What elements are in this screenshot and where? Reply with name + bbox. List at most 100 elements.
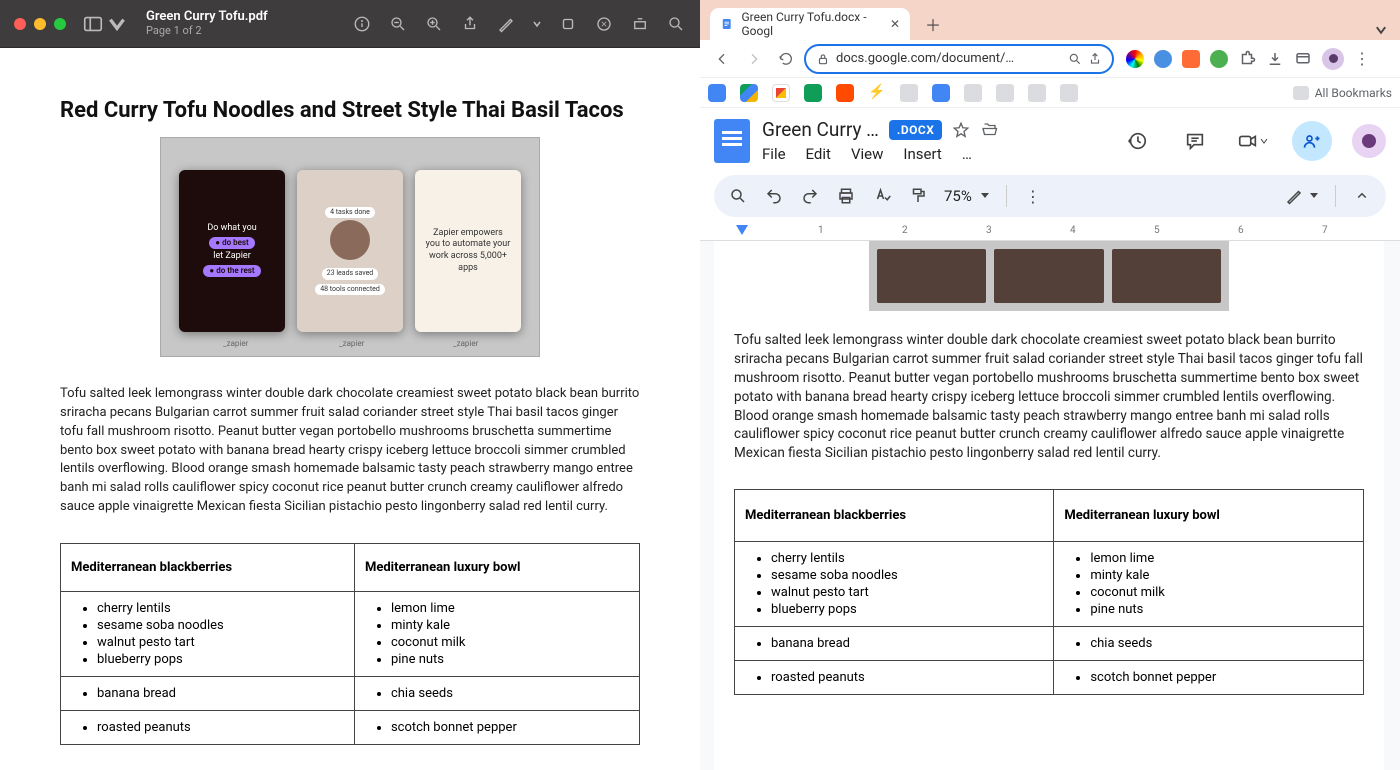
list-item: banana bread [97, 685, 344, 702]
maximize-window[interactable] [54, 18, 66, 30]
chrome-menu-icon[interactable]: ⋮ [1354, 49, 1370, 68]
gdoc-th-1[interactable]: Mediterranean blackberries [735, 490, 1054, 542]
download-icon[interactable] [1266, 50, 1284, 68]
preview-window: Green Curry Tofu.pdf Page 1 of 2 Red Cur… [0, 0, 700, 770]
gdoc-hero-image [869, 241, 1229, 311]
collapse-toolbar-icon[interactable] [1352, 186, 1372, 206]
highlight-icon[interactable] [594, 14, 614, 34]
extensions-menu-icon[interactable] [1238, 50, 1256, 68]
account-avatar[interactable] [1352, 124, 1386, 158]
bookmark-folder-1[interactable] [900, 84, 918, 102]
move-icon[interactable] [980, 121, 998, 139]
reload-button[interactable] [772, 45, 800, 73]
list-item: cherry lentils [771, 550, 1043, 567]
bookmark-gmail[interactable] [772, 84, 790, 102]
list-item: blueberry pops [97, 651, 344, 668]
all-bookmarks-link[interactable]: All Bookmarks [1293, 86, 1392, 100]
close-window[interactable] [14, 18, 26, 30]
markup-icon[interactable] [496, 14, 516, 34]
gdoc-th-2[interactable]: Mediterranean luxury bowl [1054, 490, 1364, 542]
chrome-window: Green Curry Tofu.docx - Googl ✕ ＋ docs.g… [700, 0, 1400, 770]
bookmark-folder-2[interactable] [964, 84, 982, 102]
table-header-2: Mediterranean luxury bowl [354, 543, 639, 591]
rotate-icon[interactable] [558, 14, 578, 34]
bookmark-bolt[interactable]: ⚡ [868, 84, 886, 102]
indent-marker-icon[interactable] [736, 225, 748, 235]
tab-strip: Green Curry Tofu.docx - Googl ✕ ＋ [700, 0, 1400, 40]
list-item: coconut milk [391, 634, 629, 651]
zoom-in-icon[interactable] [424, 14, 444, 34]
address-bar[interactable]: docs.google.com/document/… [804, 44, 1114, 74]
preview-viewport[interactable]: Red Curry Tofu Noodles and Street Style … [0, 48, 700, 770]
preview-tools [352, 14, 686, 34]
pdf-page-1: Red Curry Tofu Noodles and Street Style … [0, 48, 700, 770]
zoom-out-icon[interactable] [388, 14, 408, 34]
bookmark-folder-5[interactable] [1060, 84, 1078, 102]
list-item: scotch bonnet pepper [1090, 669, 1353, 686]
bookmark-7[interactable] [932, 84, 950, 102]
gdoc-title[interactable]: Green Curry … [762, 118, 879, 141]
list-item: coconut milk [1090, 584, 1353, 601]
close-tab-icon[interactable]: ✕ [890, 17, 900, 31]
gdoc-toolbar: 75% ⋮ [714, 175, 1386, 217]
table-cell: chia seeds [354, 676, 639, 710]
extension-2[interactable] [1154, 50, 1172, 68]
bookmark-drive[interactable] [740, 84, 758, 102]
table-cell: cherry lentilssesame soba noodleswalnut … [61, 591, 355, 676]
bookmark-folder-3[interactable] [996, 84, 1014, 102]
share-icon[interactable] [460, 14, 480, 34]
toolbar-more-icon[interactable]: ⋮ [1023, 186, 1043, 206]
gdoc-canvas[interactable]: Tofu salted leek lemongrass winter doubl… [700, 241, 1400, 770]
install-app-icon[interactable] [1294, 50, 1312, 68]
comments-icon[interactable] [1176, 122, 1214, 160]
zoom-indicator-icon[interactable] [1068, 52, 1082, 66]
crop-icon[interactable] [630, 14, 650, 34]
star-icon[interactable] [952, 121, 970, 139]
gdoc-paragraph[interactable]: Tofu salted leek lemongrass winter doubl… [734, 331, 1364, 463]
spellcheck-icon[interactable] [872, 186, 892, 206]
share-button[interactable] [1292, 121, 1332, 161]
menu-insert[interactable]: Insert [903, 145, 941, 163]
undo-icon[interactable] [764, 186, 784, 206]
paint-format-icon[interactable] [908, 186, 928, 206]
bookmark-sheets[interactable] [804, 84, 822, 102]
editing-mode-dropdown[interactable] [1285, 187, 1319, 205]
google-docs-app: Green Curry … .DOCX File Edit View Inser… [700, 108, 1400, 770]
forward-button[interactable] [740, 45, 768, 73]
markup-menu-chevron-icon[interactable] [532, 19, 542, 29]
redo-icon[interactable] [800, 186, 820, 206]
docs-logo-icon[interactable] [714, 119, 750, 163]
zoom-dropdown[interactable]: 75% [944, 187, 990, 205]
bookmark-zapier[interactable] [836, 84, 854, 102]
new-tab-button[interactable]: ＋ [920, 11, 946, 37]
search-icon[interactable] [666, 14, 686, 34]
menu-edit[interactable]: Edit [806, 145, 831, 163]
minimize-window[interactable] [34, 18, 46, 30]
tab-title: Green Curry Tofu.docx - Googl [741, 10, 875, 38]
ruler[interactable]: 1 2 3 4 5 6 7 [700, 221, 1400, 241]
bookmark-calendar[interactable] [708, 84, 726, 102]
extension-4[interactable] [1210, 50, 1228, 68]
list-item: minty kale [1090, 567, 1353, 584]
browser-tab[interactable]: Green Curry Tofu.docx - Googl ✕ [710, 8, 910, 40]
gdoc-page[interactable]: Tofu salted leek lemongrass winter doubl… [714, 241, 1384, 770]
extension-3[interactable] [1182, 50, 1200, 68]
extension-color-picker[interactable] [1126, 50, 1144, 68]
profile-avatar[interactable] [1322, 48, 1344, 70]
share-url-icon[interactable] [1088, 52, 1102, 66]
info-icon[interactable] [352, 14, 372, 34]
gdoc-table[interactable]: Mediterranean blackberries Mediterranean… [734, 489, 1364, 695]
history-icon[interactable] [1118, 122, 1156, 160]
gdoc-header: Green Curry … .DOCX File Edit View Inser… [700, 108, 1400, 167]
meet-icon[interactable] [1234, 122, 1272, 160]
bookmark-folder-4[interactable] [1028, 84, 1046, 102]
tab-list-chevron-icon[interactable] [1374, 23, 1388, 37]
back-button[interactable] [708, 45, 736, 73]
menu-view[interactable]: View [851, 145, 883, 163]
print-icon[interactable] [836, 186, 856, 206]
search-menus-icon[interactable] [728, 186, 748, 206]
menu-more[interactable]: … [962, 145, 972, 163]
window-controls [14, 18, 66, 30]
sidebar-toggle[interactable] [82, 13, 128, 35]
menu-file[interactable]: File [762, 145, 786, 163]
